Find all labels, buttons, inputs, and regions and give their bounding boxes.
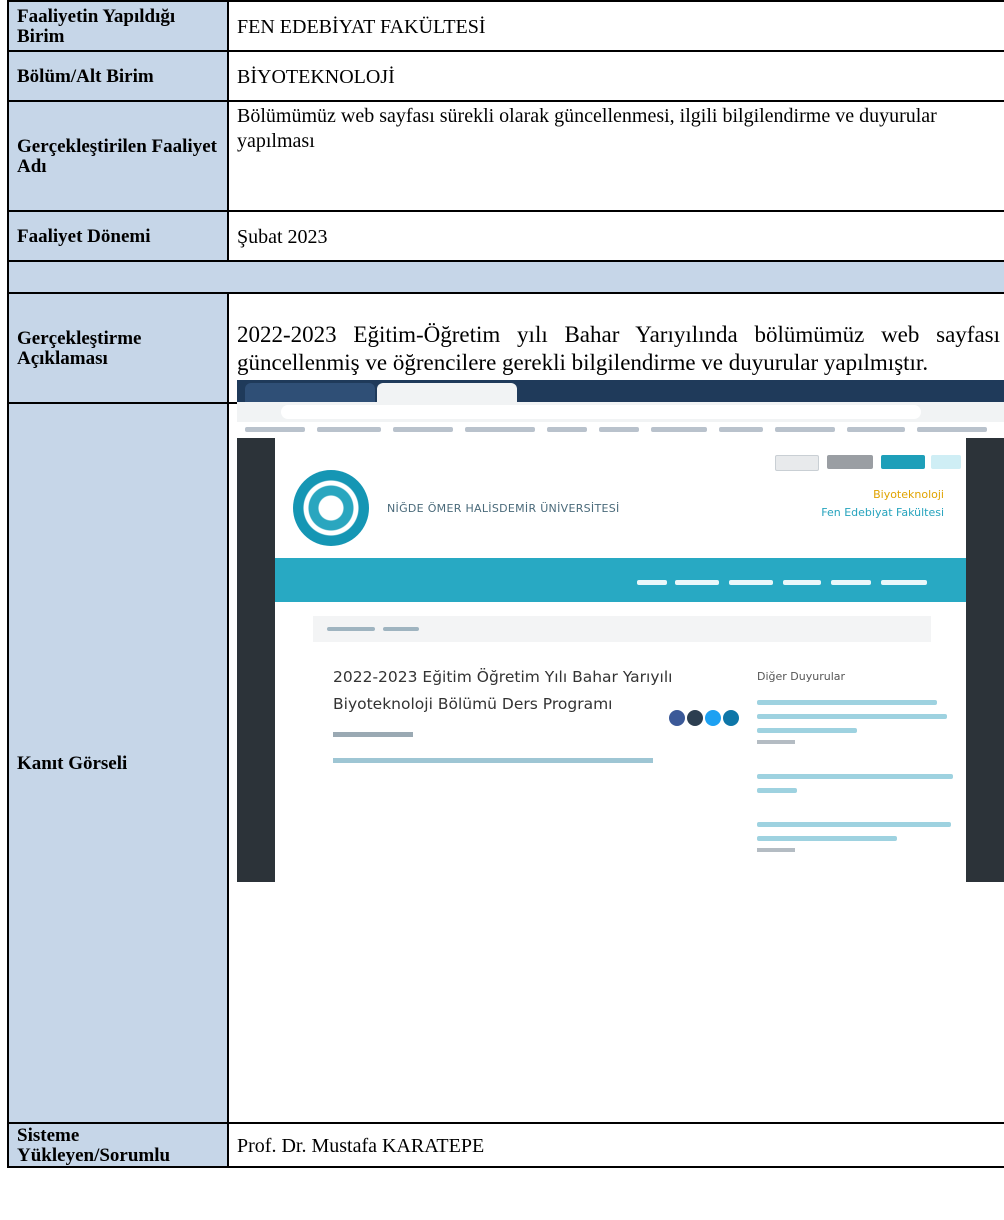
post-meta [333, 732, 413, 737]
department-name: Biyoteknoloji [873, 488, 944, 501]
twitter-icon [705, 710, 721, 726]
page-margin [237, 438, 275, 882]
evidence-screenshot: NİĞDE ÖMER HALİSDEMİR ÜNİVERSİTESİ Biyot… [237, 380, 1004, 882]
attachment-link [333, 758, 653, 763]
post-title: 2022-2023 Eğitim Öğretim Yılı Bahar Yarı… [333, 668, 673, 713]
sidebar-heading: Diğer Duyurular [757, 670, 846, 683]
department-website: NİĞDE ÖMER HALİSDEMİR ÜNİVERSİTESİ Biyot… [275, 438, 966, 882]
top-button [827, 455, 873, 469]
language-select [775, 455, 819, 471]
url-field [281, 405, 921, 419]
form-label: Kanıt Görseli [7, 404, 229, 1124]
form-value: FEN EDEBİYAT FAKÜLTESİ [237, 15, 486, 38]
form-value: BİYOTEKNOLOJİ [237, 65, 395, 88]
form-value: Bölümümüz web sayfası sürekli olarak gün… [237, 105, 937, 152]
form-label: Sisteme Yükleyen/Sorumlu [7, 1124, 229, 1168]
home-link [931, 455, 961, 469]
form-value: Prof. Dr. Mustafa KARATEPE [237, 1134, 485, 1157]
form-row-subunit: Bölüm/Alt Birim BİYOTEKNOLOJİ [7, 50, 1004, 102]
browser-tab-bar [237, 380, 1004, 402]
faculty-name: Fen Edebiyat Fakültesi [821, 506, 944, 519]
breadcrumb [313, 616, 931, 642]
form-label: Faaliyet Dönemi [7, 212, 229, 262]
bookmarks-bar [237, 422, 1004, 439]
form-label: Bölüm/Alt Birim [7, 52, 229, 102]
facebook-icon [669, 710, 685, 726]
form-row-responsible: Sisteme Yükleyen/Sorumlu Prof. Dr. Musta… [7, 1122, 1004, 1168]
university-logo [293, 470, 369, 546]
browser-tab [245, 383, 375, 402]
form-label: Faaliyetin Yapıldığı Birim [7, 2, 229, 52]
top-button [881, 455, 925, 469]
form-row-unit: Faaliyetin Yapıldığı Birim FEN EDEBİYAT … [7, 0, 1004, 52]
university-name: NİĞDE ÖMER HALİSDEMİR ÜNİVERSİTESİ [387, 502, 620, 515]
linkedin-icon [723, 710, 739, 726]
table-bottom-border [7, 1166, 1004, 1168]
browser-address-bar [237, 402, 1004, 422]
form-label: Gerçekleştirilen Faaliyet Adı [7, 102, 229, 212]
share-icon [687, 710, 703, 726]
form-row-period: Faaliyet Dönemi Şubat 2023 [7, 210, 1004, 262]
page-margin [966, 438, 1004, 882]
form-spacer-row [7, 260, 1004, 294]
form-label: Gerçekleştirme Açıklaması [7, 294, 229, 404]
form-value: Şubat 2023 [237, 225, 328, 248]
form-row-activity-name: Gerçekleştirilen Faaliyet Adı Bölümümüz … [7, 100, 1004, 212]
site-nav [275, 558, 966, 602]
browser-tab-active [377, 383, 517, 402]
